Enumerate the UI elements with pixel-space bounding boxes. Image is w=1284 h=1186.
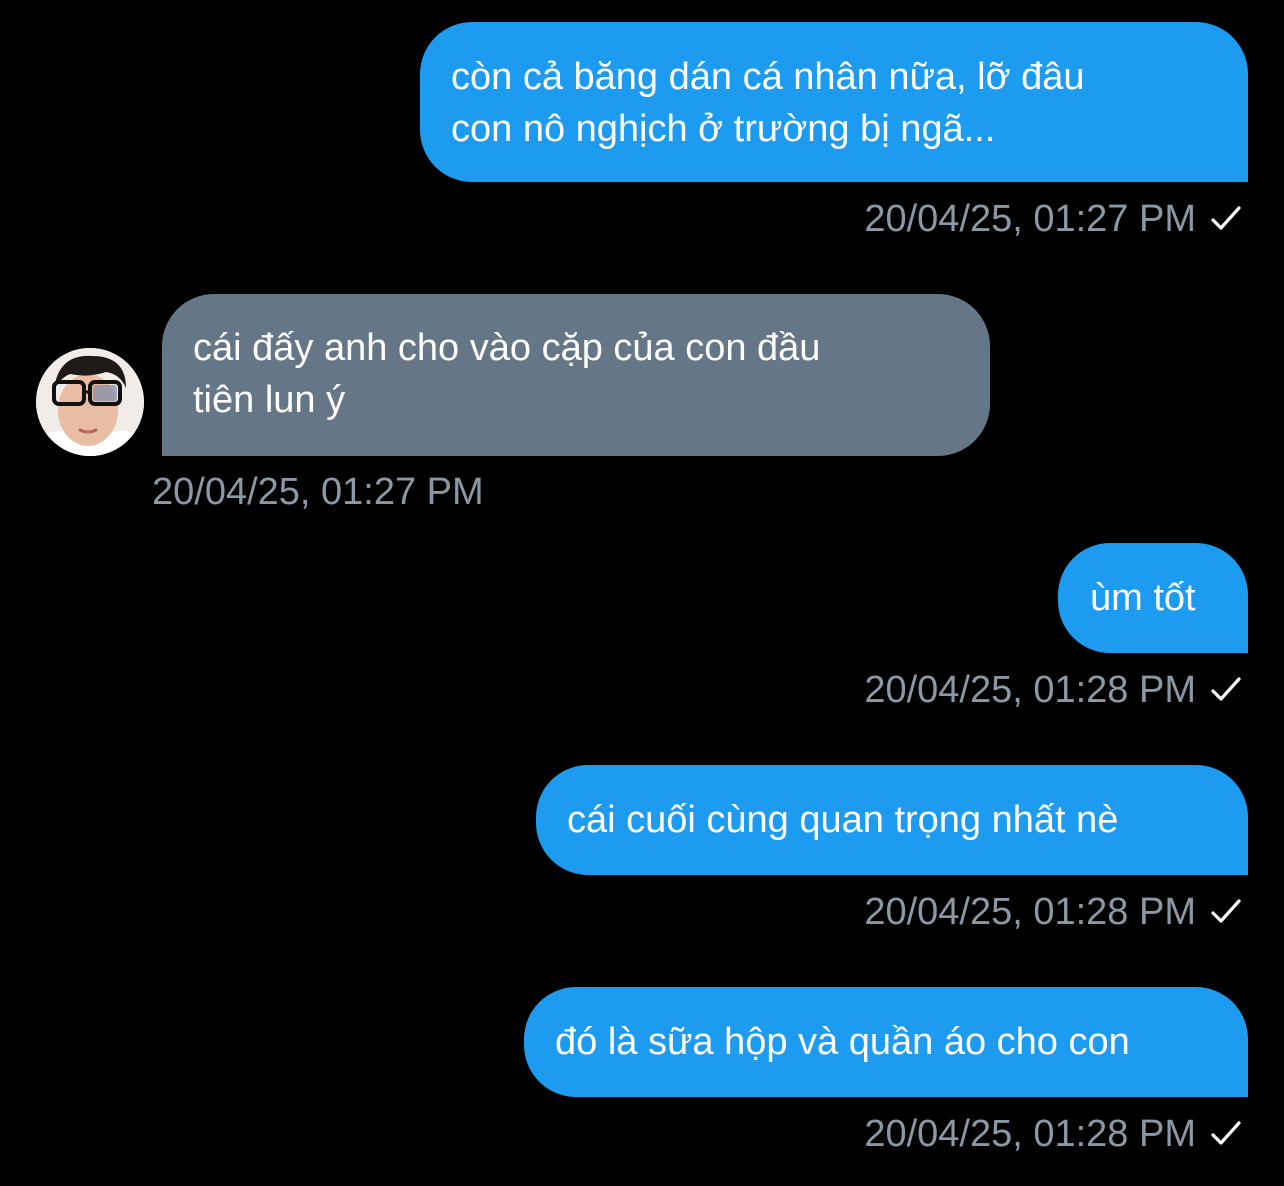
check-icon bbox=[1211, 1121, 1241, 1145]
message-bubble-received[interactable]: cái đấy anh cho vào cặp của con đầu tiên… bbox=[162, 294, 990, 456]
message-bubble-sent[interactable]: cái cuối cùng quan trọng nhất nè bbox=[536, 765, 1248, 875]
message-bubble-sent[interactable]: còn cả băng dán cá nhân nữa, lỡ đâu con … bbox=[420, 22, 1248, 182]
message-timestamp: 20/04/25, 01:27 PM bbox=[152, 471, 484, 513]
message-meta: 20/04/25, 01:27 PM bbox=[864, 197, 1244, 241]
message-meta: 20/04/25, 01:28 PM bbox=[864, 1112, 1244, 1156]
message-meta: 20/04/25, 01:28 PM bbox=[864, 890, 1244, 934]
avatar[interactable] bbox=[36, 348, 144, 456]
message-timestamp: 20/04/25, 01:28 PM bbox=[864, 891, 1196, 933]
check-icon bbox=[1211, 206, 1241, 230]
message-timestamp: 20/04/25, 01:27 PM bbox=[864, 198, 1196, 240]
message-bubble-sent[interactable]: đó là sữa hộp và quần áo cho con bbox=[524, 987, 1248, 1097]
avatar-icon bbox=[36, 348, 144, 456]
message-timestamp: 20/04/25, 01:28 PM bbox=[864, 1113, 1196, 1155]
check-icon bbox=[1211, 677, 1241, 701]
check-icon bbox=[1211, 899, 1241, 923]
message-timestamp: 20/04/25, 01:28 PM bbox=[864, 669, 1196, 711]
message-meta: 20/04/25, 01:28 PM bbox=[864, 668, 1244, 712]
message-bubble-sent[interactable]: ùm tốt bbox=[1058, 543, 1248, 653]
